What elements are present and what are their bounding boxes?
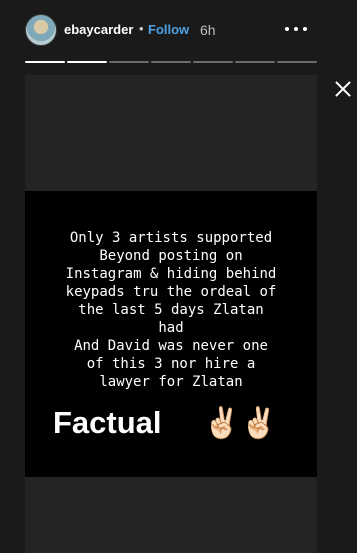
story-header: ebaycarder • Follow 6h [0, 0, 357, 60]
victory-hand-emoji-2: ✌🏻 [240, 407, 278, 440]
victory-hand-emoji-1: ✌🏻 [203, 407, 241, 440]
avatar[interactable] [25, 14, 57, 46]
progress-segment [193, 61, 233, 63]
progress-segment [109, 61, 149, 63]
progress-segment [151, 61, 191, 63]
close-icon[interactable] [332, 78, 354, 100]
dot-1 [285, 27, 289, 31]
follow-button[interactable]: Follow [148, 22, 189, 37]
progress-segment [25, 61, 65, 63]
dot-2 [294, 27, 298, 31]
separator-dot: • [139, 21, 144, 36]
story-content: Only 3 artists supported Beyond posting … [25, 191, 317, 477]
progress-segment [277, 61, 317, 63]
story-progress-bar [25, 61, 317, 63]
username[interactable]: ebaycarder [64, 22, 133, 37]
story-text: Only 3 artists supported Beyond posting … [65, 230, 277, 390]
progress-segment [235, 61, 275, 63]
more-dots-icon[interactable] [283, 18, 309, 38]
progress-segment [67, 61, 107, 63]
post-time: 6h [200, 22, 216, 38]
story-viewer[interactable]: Only 3 artists supported Beyond posting … [25, 75, 317, 553]
dot-3 [303, 27, 307, 31]
factual-sticker: Factual [53, 405, 162, 440]
